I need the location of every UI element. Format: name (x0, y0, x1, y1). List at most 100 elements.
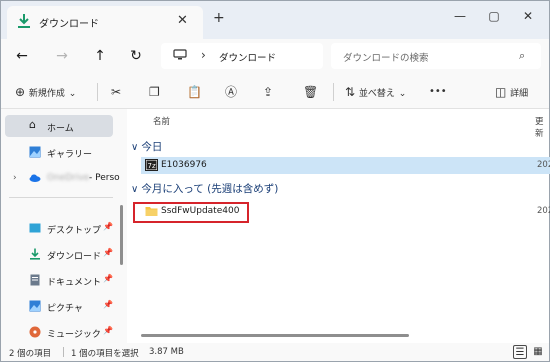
sidebar-item-home[interactable]: ⌂ ホーム (5, 115, 113, 137)
onedrive-icon (29, 174, 41, 182)
group-label: 今月に入って (先週は含めず) (141, 183, 279, 195)
sort-icon: ⇅ (345, 85, 356, 99)
group-header-today[interactable]: ∨ 今日 (131, 139, 162, 154)
chevron-down-icon: ⌄ (68, 89, 77, 99)
copy-icon: ❐ (149, 85, 160, 99)
back-button[interactable]: ← (11, 45, 33, 67)
sort-label: 並べ替え (358, 89, 395, 99)
sidebar-divider (9, 197, 113, 198)
details-button[interactable]: ◫ 詳細 (495, 83, 528, 101)
more-options-button[interactable]: ••• (429, 83, 447, 101)
column-header-date[interactable]: 更新 (535, 115, 549, 139)
share-button[interactable]: ⇪ (263, 83, 273, 101)
sidebar-item-onedrive[interactable]: › OneDrive - Perso (5, 167, 120, 189)
chevron-down-icon: ⌄ (398, 89, 407, 99)
file-date: 202 (537, 206, 550, 216)
status-bar: 2 個の項目 1 個の項目を選択 3.87 MB ☰ ▦ (1, 343, 549, 361)
tab-close-button[interactable]: ✕ (177, 13, 188, 28)
maximize-button[interactable]: ▢ (479, 5, 509, 27)
trash-icon: 🗑 (303, 85, 319, 99)
navigation-pane: ⌂ ホーム ギャラリー › OneDrive - Perso デスクトップ 📌 … (1, 109, 127, 343)
command-bar: ⊕ 新規作成 ⌄ ✂ ❐ 📋 Ⓐ ⇪ 🗑 ⇅ 並べ替え ⌄ ••• ◫ 詳細 (1, 75, 549, 109)
details-view-icon[interactable]: ☰ (513, 345, 527, 359)
pin-icon: 📌 (103, 222, 113, 231)
scissors-icon: ✂ (111, 85, 122, 99)
sidebar-item-desktop[interactable]: デスクトップ 📌 (5, 217, 113, 239)
pin-icon: 📌 (103, 326, 113, 335)
breadcrumb-downloads[interactable]: ダウンロード (219, 50, 276, 64)
onedrive-suffix: - Perso (89, 173, 120, 183)
highlight-box (133, 202, 249, 223)
sidebar-item-label: ピクチャ (47, 304, 83, 314)
sidebar-item-gallery[interactable]: ギャラリー (5, 141, 113, 163)
address-bar[interactable]: › ダウンロード (161, 43, 323, 69)
cut-button[interactable]: ✂ (111, 83, 121, 101)
rename-icon: Ⓐ (225, 85, 238, 99)
item-count: 2 個の項目 (9, 349, 52, 359)
onedrive-account-name: OneDrive (47, 173, 90, 183)
file-name: E1036976 (161, 160, 207, 170)
sidebar-item-label: デスクトップ (47, 226, 102, 236)
divider (63, 347, 64, 357)
pin-icon: 📌 (103, 274, 113, 283)
sidebar-item-label: ギャラリー (47, 150, 93, 160)
up-button[interactable]: ↑ (89, 45, 111, 67)
sidebar-item-label: ホーム (47, 124, 74, 134)
home-icon: ⌂ (29, 118, 36, 131)
minimize-button[interactable]: — (445, 5, 475, 27)
selection-count: 1 個の項目を選択 (71, 349, 139, 359)
gallery-icon (29, 146, 41, 158)
rename-button[interactable]: Ⓐ (225, 83, 237, 101)
file-date: 202 (537, 160, 550, 170)
forward-button[interactable]: → (51, 45, 73, 67)
chevron-down-icon: ∨ (131, 142, 139, 153)
download-icon (30, 248, 40, 260)
share-icon: ⇪ (263, 85, 274, 99)
chevron-right-icon[interactable]: › (13, 173, 17, 183)
sidebar-item-label: ダウンロード (47, 252, 102, 262)
paste-button[interactable]: 📋 (187, 83, 202, 101)
sidebar-item-music[interactable]: ミュージック 📌 (5, 321, 113, 343)
refresh-button[interactable]: ↻ (125, 45, 147, 67)
title-bar: ダウンロード ✕ + — ▢ ✕ (1, 1, 549, 39)
tiles-view-icon[interactable]: ▦ (531, 345, 545, 359)
search-box[interactable]: ダウンロードの検索 ⌕ (331, 43, 541, 69)
sort-button[interactable]: ⇅ 並べ替え ⌄ (345, 83, 406, 101)
chevron-down-icon: ∨ (131, 184, 139, 195)
group-label: 今日 (141, 141, 163, 153)
sidebar-scrollbar[interactable] (120, 205, 123, 265)
tab-title: ダウンロード (39, 19, 99, 30)
tab-downloads[interactable]: ダウンロード ✕ (7, 6, 203, 39)
group-header-this-month[interactable]: ∨ 今月に入って (先週は含めず) (131, 181, 278, 196)
search-icon: ⌕ (519, 49, 526, 62)
music-icon (29, 326, 41, 338)
details-pane-icon: ◫ (495, 85, 507, 99)
search-input[interactable]: ダウンロードの検索 (343, 50, 429, 64)
delete-button[interactable]: 🗑 (303, 83, 318, 101)
table-row[interactable]: 7z E1036976 202 (141, 157, 550, 174)
copy-button[interactable]: ❐ (149, 83, 160, 101)
plus-icon: ⊕ (15, 85, 26, 99)
column-header-name[interactable]: 名前 (153, 115, 170, 127)
file-list: 名前 更新 ∨今日 7z E1036976 202 ∨今月に入って (先週は含め… (127, 109, 550, 343)
close-window-button[interactable]: ✕ (513, 5, 543, 27)
desktop-icon (29, 223, 41, 233)
sidebar-item-downloads[interactable]: ダウンロード 📌 (5, 243, 113, 265)
pin-icon: 📌 (103, 300, 113, 309)
details-label: 詳細 (510, 89, 529, 99)
paste-icon: 📋 (187, 85, 202, 99)
selection-size: 3.87 MB (149, 347, 184, 357)
pin-icon: 📌 (103, 248, 113, 257)
new-button[interactable]: ⊕ 新規作成 ⌄ (15, 83, 76, 101)
new-tab-button[interactable]: + (213, 10, 225, 26)
navigation-bar: ← → ↑ ↻ › ダウンロード ダウンロードの検索 ⌕ (1, 39, 549, 75)
file-explorer-window: ダウンロード ✕ + — ▢ ✕ ← → ↑ ↻ › ダウンロード ダウンロード… (0, 0, 550, 362)
sidebar-item-documents[interactable]: ドキュメント 📌 (5, 269, 113, 291)
horizontal-scrollbar[interactable] (141, 334, 409, 337)
sidebar-item-label: ミュージック (47, 330, 101, 340)
7z-archive-icon: 7z (145, 159, 158, 171)
breadcrumb-chevron-icon: › (201, 48, 206, 62)
pictures-icon (29, 300, 41, 312)
new-label: 新規作成 (28, 89, 65, 99)
sidebar-item-pictures[interactable]: ピクチャ 📌 (5, 295, 113, 317)
